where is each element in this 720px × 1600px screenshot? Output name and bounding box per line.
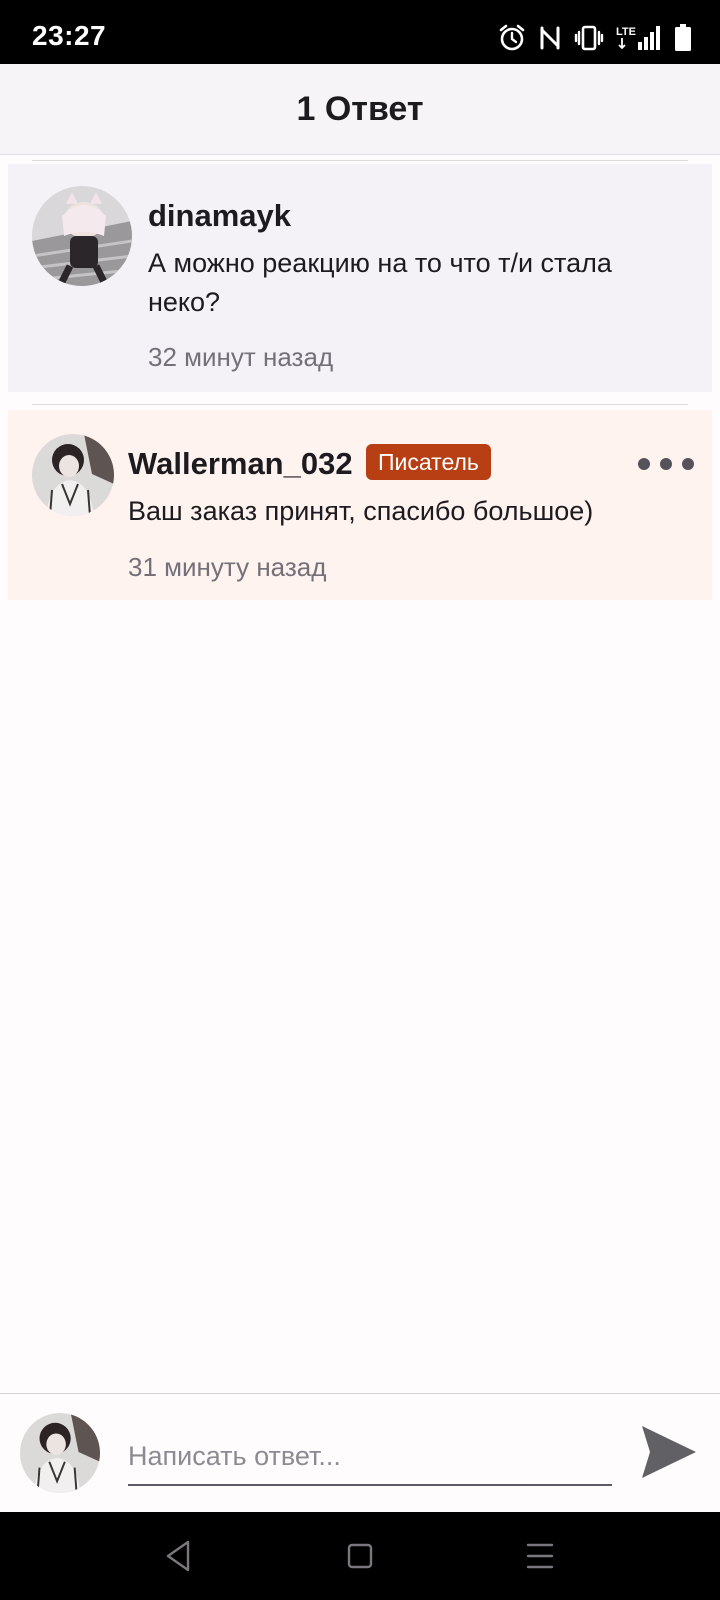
home-square-icon bbox=[347, 1543, 373, 1569]
comment-text: А можно реакцию на то что т/и стала неко… bbox=[148, 248, 612, 317]
divider bbox=[32, 404, 688, 405]
page-title: 1 Ответ bbox=[296, 90, 424, 128]
send-icon bbox=[642, 1426, 696, 1478]
comment-timestamp: 31 минуту назад bbox=[128, 552, 327, 582]
more-dot-icon bbox=[682, 458, 694, 470]
alarm-icon bbox=[498, 24, 526, 52]
divider bbox=[32, 160, 688, 161]
nav-home-button[interactable] bbox=[338, 1534, 382, 1578]
comment-timestamp: 32 минут назад bbox=[148, 342, 334, 372]
lte-signal-icon: LTE bbox=[616, 24, 662, 52]
comment-wallerman: Wallerman_032 Писатель Ваш заказ принят,… bbox=[8, 410, 712, 600]
status-icons: LTE bbox=[498, 24, 692, 52]
avatar-dinamayk[interactable] bbox=[32, 186, 132, 286]
nav-menu-button[interactable] bbox=[518, 1534, 562, 1578]
system-nav-bar bbox=[0, 1512, 720, 1600]
writer-badge: Писатель bbox=[366, 444, 491, 480]
menu-lines-icon bbox=[526, 1543, 554, 1569]
battery-icon bbox=[674, 24, 692, 52]
more-dot-icon bbox=[660, 458, 672, 470]
status-time: 23:27 bbox=[32, 20, 107, 51]
comment-text: Ваш заказ принят, спасибо большое) bbox=[128, 496, 594, 526]
lte-label: LTE bbox=[616, 26, 636, 38]
vibrate-icon bbox=[574, 25, 604, 51]
reply-bar bbox=[0, 1393, 720, 1512]
avatar-wallerman[interactable] bbox=[32, 434, 114, 516]
nfc-icon bbox=[538, 24, 562, 52]
more-options-button[interactable] bbox=[638, 446, 694, 482]
status-bar: 23:27 LTE bbox=[0, 0, 720, 64]
comment-username[interactable]: Wallerman_032 bbox=[128, 446, 353, 482]
back-triangle-icon bbox=[166, 1540, 190, 1572]
comment-username[interactable]: dinamayk bbox=[148, 198, 291, 234]
reply-input[interactable] bbox=[128, 1428, 612, 1486]
replies-header: 1 Ответ bbox=[0, 64, 720, 155]
comment-dinamayk: dinamayk А можно реакцию на то что т/и с… bbox=[8, 164, 712, 392]
my-avatar bbox=[20, 1413, 100, 1493]
send-button[interactable] bbox=[636, 1422, 700, 1482]
nav-back-button[interactable] bbox=[156, 1534, 200, 1578]
more-dot-icon bbox=[638, 458, 650, 470]
